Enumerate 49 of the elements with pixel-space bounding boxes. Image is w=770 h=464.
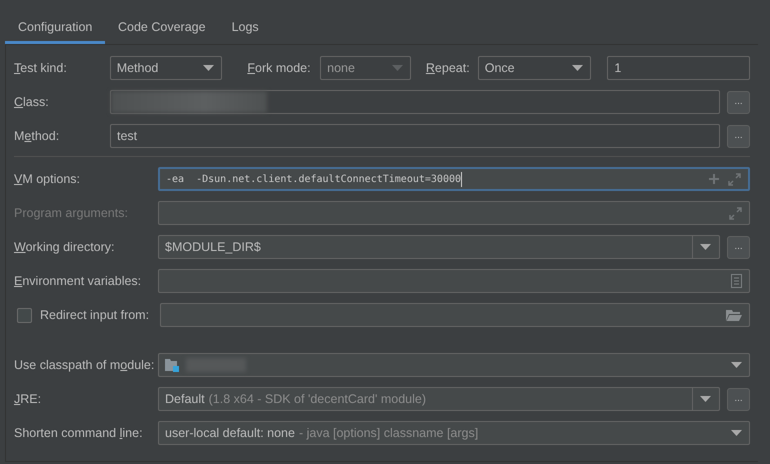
field-label: JRE: xyxy=(14,392,42,406)
browse-button[interactable]: ... xyxy=(727,124,750,148)
field-label: Working directory: xyxy=(14,240,116,254)
dropdown[interactable]: Once xyxy=(478,56,592,80)
browse-button[interactable]: ... xyxy=(727,236,750,258)
field-label: Fork mode: xyxy=(247,61,312,75)
checkbox[interactable] xyxy=(17,308,32,322)
checkbox-label: Redirect input from: xyxy=(40,308,150,322)
repeat-count-field[interactable]: 1 xyxy=(607,56,750,80)
tab[interactable]: Code Coverage xyxy=(105,14,219,44)
field-label: VM options: xyxy=(14,172,82,186)
dropdown-value: user-local default: none xyxy=(165,426,295,440)
dropdown-value: Default xyxy=(165,392,205,406)
tab[interactable]: Configuration xyxy=(5,14,105,44)
dropdown-arrow-icon xyxy=(392,65,403,71)
module-folder-icon xyxy=(165,358,180,372)
browse-button[interactable]: ... xyxy=(727,388,750,410)
dropdown[interactable]: Method xyxy=(110,56,222,80)
tab[interactable]: Logs xyxy=(218,14,272,44)
dropdown-arrow-icon xyxy=(572,65,584,71)
field-label: Test kind: xyxy=(14,61,68,75)
dropdown[interactable]: user-local default: none - java [options] classname [args] xyxy=(158,421,750,445)
field-label: Method: xyxy=(14,129,60,143)
dropdown-value: $MODULE_DIR$ xyxy=(165,240,261,254)
dropdown-arrow-icon xyxy=(700,244,711,250)
dropdown-arrow-icon xyxy=(203,65,214,71)
dropdown[interactable]: $MODULE_DIR$ xyxy=(158,235,720,259)
dropdown-detail: - java [options] classname [args] xyxy=(298,426,478,440)
field-label: Environment variables: xyxy=(14,274,142,288)
folder-icon[interactable] xyxy=(726,309,742,321)
dropdown-arrow-icon xyxy=(731,430,742,436)
text-field[interactable]: test xyxy=(110,124,720,148)
field-label: Class: xyxy=(14,95,50,109)
field-label: Use classpath of module: xyxy=(14,358,156,372)
field-label: Program arguments: xyxy=(14,206,129,220)
field-label: Repeat: xyxy=(426,61,471,75)
text-field[interactable]: -ea -Dsun.net.client.defaultConnectTimeout=30000 xyxy=(158,167,750,191)
dropdown-arrow-icon xyxy=(731,362,742,368)
field-label: Shorten command line: xyxy=(14,426,144,440)
field-value: -ea -Dsun.net.client.defaultConnectTimeout=30000 xyxy=(166,172,462,186)
plus-icon[interactable] xyxy=(708,173,720,185)
dropdown[interactable]: Default (1.8 x64 - SDK of 'decentCard' module) xyxy=(158,387,720,411)
expand-icon[interactable] xyxy=(728,172,741,186)
browse-button[interactable]: ... xyxy=(727,90,750,114)
dropdown-arrow-icon xyxy=(700,396,711,402)
dropdown-detail: (1.8 x64 - SDK of 'decentCard' module) xyxy=(208,392,426,406)
document-icon[interactable] xyxy=(731,274,742,288)
expand-icon[interactable] xyxy=(729,206,742,220)
field-value: test xyxy=(117,129,138,143)
